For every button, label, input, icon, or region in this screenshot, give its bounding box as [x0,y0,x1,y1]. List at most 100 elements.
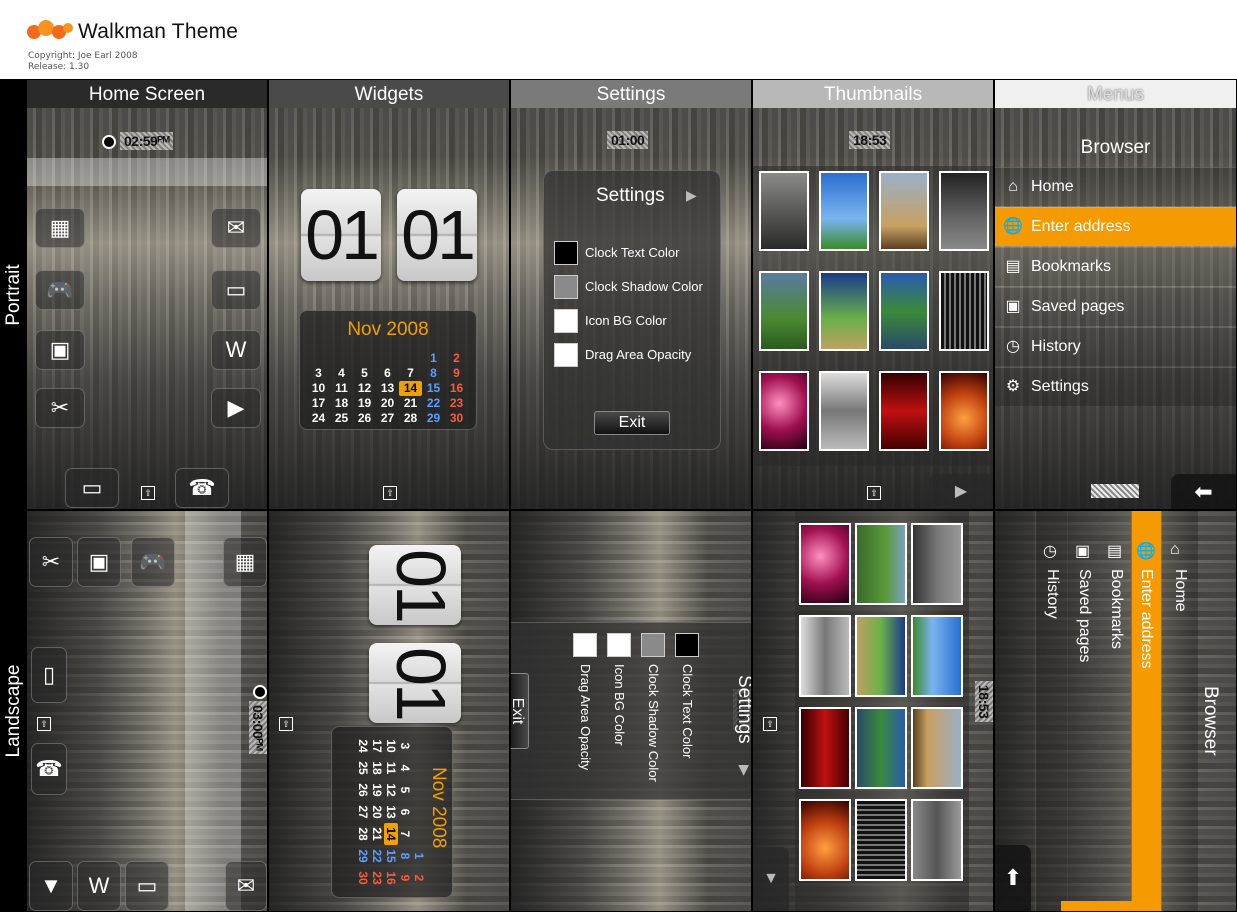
tools-app-icon[interactable]: ✂ [29,537,73,587]
calendar-day: 29 [426,411,441,425]
calendar-day: 14 [384,823,398,845]
arrow-right-icon[interactable]: ▶ [686,187,697,204]
drag-area-icon[interactable]: ⇧ [383,486,397,500]
desktop-widget-icon[interactable]: ▭ [65,468,119,508]
next-page-button[interactable]: ▶ [929,474,993,509]
calendar-day: 17 [370,739,384,753]
contacts-app-icon[interactable]: ☎ [31,743,67,795]
thumbnail[interactable] [759,171,809,251]
drag-area-icon[interactable]: ⇧ [37,717,51,731]
thumbnail[interactable] [799,707,851,789]
thumbnail[interactable] [855,707,907,789]
menu-item-home[interactable]: ⌂ Home [1161,511,1198,911]
thumbnail[interactable] [759,271,809,351]
desktop-widget-icon[interactable]: ▯ [31,647,67,703]
thumbnail-grid [795,511,969,911]
files-app-icon[interactable]: ▭ [125,861,169,911]
calendar-day: 15 [426,381,441,395]
thumbnail[interactable] [879,171,929,251]
thumbnail[interactable] [939,371,989,451]
drag-area-icon[interactable]: ⇧ [763,717,777,731]
thumbnail[interactable] [911,799,963,881]
menu-item-history[interactable]: ◷ History [1035,511,1068,911]
settings-item-label[interactable]: Clock Shadow Color [646,664,661,782]
thumbnail[interactable] [799,523,851,605]
panel-home-portrait: Home Screen 02:59ᴾᴹ ▦ 🎮 ▣ ✂ ✉ ▭ W ▶ ▭ ⇧ … [27,80,267,509]
menu-item-saved-pages[interactable]: ▣ Saved pages [995,287,1236,326]
messaging-app-icon[interactable]: ✉ [211,208,261,248]
walkman-app-icon[interactable]: W [211,330,261,370]
drag-area-handle[interactable] [1091,484,1139,498]
thumbnail[interactable] [819,371,869,451]
clock-hours-flip: 01 [369,545,461,625]
settings-item-label[interactable]: Drag Area Opacity [578,664,593,770]
icon-bg-color-swatch[interactable] [607,633,631,657]
settings-item-label[interactable]: Clock Text Color [680,664,695,758]
thumbnail[interactable] [911,707,963,789]
clock-shadow-color-swatch[interactable] [554,275,578,299]
menu-item-history[interactable]: ◷ History [995,327,1236,366]
thumbnail[interactable] [819,271,869,351]
thumbnail[interactable] [911,523,963,605]
calendar-day [353,351,376,366]
exit-button[interactable]: Exit [511,673,529,749]
files-app-icon[interactable]: ▭ [211,270,261,310]
clock-text-color-swatch[interactable] [554,241,578,265]
menu-item-bookmarks[interactable]: ▤ Bookmarks [1099,511,1132,911]
back-button[interactable]: ⬆ [995,845,1031,911]
games-app-icon[interactable]: 🎮 [131,537,175,587]
exit-button[interactable]: Exit [594,411,670,435]
thumbnail[interactable] [939,171,989,251]
calendar-day: 14 [399,381,422,396]
thumbnail[interactable] [855,615,907,697]
drag-area-icon[interactable]: ⇧ [279,717,293,731]
games-app-icon[interactable]: 🎮 [35,270,85,310]
contacts-app-icon[interactable]: ☎ [175,468,229,508]
thumbnail[interactable] [911,615,963,697]
menu-item-enter-address[interactable]: 🌐 Enter address [995,207,1236,246]
back-button[interactable]: ⬅ [1171,474,1236,509]
drag-area-handle[interactable] [1061,901,1161,911]
messaging-app-icon[interactable]: ✉ [225,861,267,911]
thumbnail[interactable] [879,271,929,351]
drag-area-opacity-swatch[interactable] [554,343,578,367]
thumbnail[interactable] [799,799,851,881]
settings-item-label[interactable]: Clock Text Color [585,245,679,260]
thumbnail[interactable] [799,615,851,697]
panel-settings-portrait: Settings 01:00 Settings ▶ Clock Text Col… [511,80,751,509]
menu-item-settings[interactable]: ⚙ Settings [995,367,1236,406]
video-app-icon[interactable]: ▶ [211,388,261,428]
drag-area-opacity-swatch[interactable] [573,633,597,657]
media-app-icon[interactable]: ▣ [77,537,121,587]
settings-item-label[interactable]: Icon BG Color [612,664,627,746]
menu-item-enter-address[interactable]: 🌐 Enter address [1131,511,1161,911]
drag-area-icon[interactable]: ⇧ [141,486,155,500]
thumbnail[interactable] [939,271,989,351]
clock-text-color-swatch[interactable] [675,633,699,657]
menu-item-home[interactable]: ⌂ Home [995,167,1236,206]
thumbnail[interactable] [819,171,869,251]
thumbnail[interactable] [855,799,907,881]
menu-item-bookmarks[interactable]: ▤ Bookmarks [995,247,1236,286]
media-app-icon[interactable]: ▣ [35,330,85,370]
drag-area-icon[interactable]: ⇧ [867,486,881,500]
calendar-day: 12 [357,381,372,395]
calendar-app-icon[interactable]: ▦ [223,537,267,587]
calendar-app-icon[interactable]: ▦ [35,208,85,248]
arrow-right-icon[interactable]: ▶ [736,765,751,776]
walkman-app-icon[interactable]: W [77,861,121,911]
thumbnail[interactable] [759,371,809,451]
settings-item-label[interactable]: Clock Shadow Color [585,279,703,294]
tools-app-icon[interactable]: ✂ [35,388,85,428]
settings-dialog: Settings ▶ Clock Text Color Clock Shadow… [543,170,721,450]
clock-shadow-color-swatch[interactable] [641,633,665,657]
next-page-button[interactable]: ▼ [753,847,789,911]
settings-item-label[interactable]: Drag Area Opacity [585,347,691,362]
settings-item-label[interactable]: Icon BG Color [585,313,667,328]
menu-item-saved-pages[interactable]: ▣ Saved pages [1067,511,1100,911]
thumbnail[interactable] [879,371,929,451]
video-app-icon[interactable]: ▼ [29,861,73,911]
calendar-day: 28 [356,827,370,841]
icon-bg-color-swatch[interactable] [554,309,578,333]
thumbnail[interactable] [855,523,907,605]
